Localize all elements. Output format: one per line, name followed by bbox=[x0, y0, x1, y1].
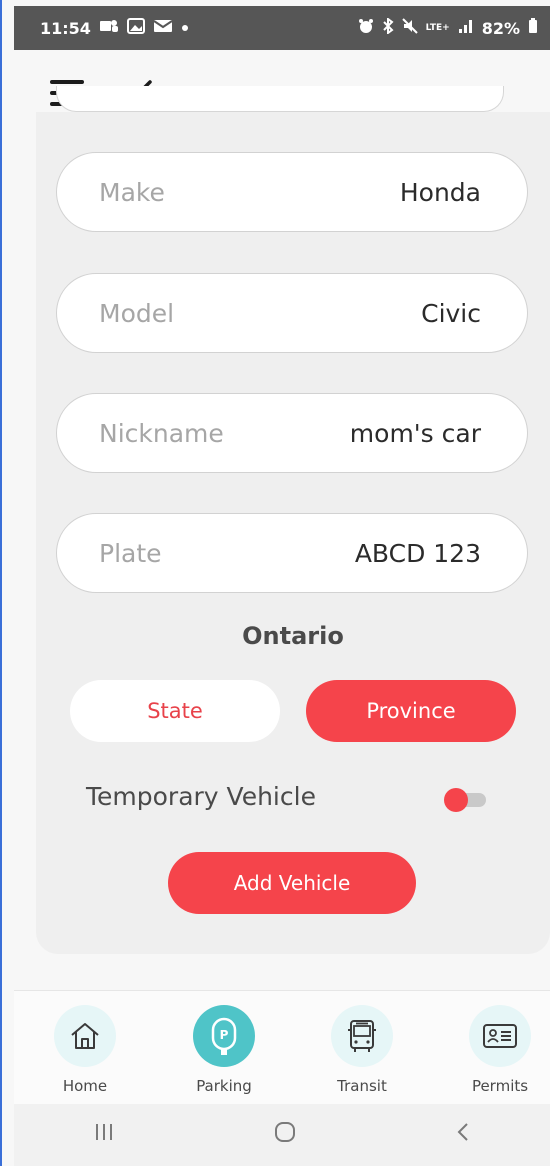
plate-label: Plate bbox=[99, 538, 162, 568]
province-option-button[interactable]: Province bbox=[306, 680, 516, 742]
mail-icon bbox=[153, 18, 173, 38]
model-field[interactable]: Model Civic bbox=[56, 273, 528, 353]
temporary-vehicle-toggle[interactable] bbox=[444, 788, 486, 812]
status-left: 11:54 bbox=[40, 18, 189, 38]
bluetooth-icon bbox=[382, 17, 394, 38]
photo-icon bbox=[126, 18, 145, 38]
teams-icon bbox=[99, 18, 119, 38]
home-system-icon[interactable] bbox=[273, 1120, 297, 1150]
nav-item-home[interactable]: Home bbox=[30, 1005, 140, 1095]
plate-value: ABCD 123 bbox=[354, 538, 481, 568]
toggle-knob bbox=[444, 788, 468, 812]
make-label: Make bbox=[99, 177, 165, 207]
nickname-field[interactable]: Nickname mom's car bbox=[56, 393, 528, 473]
nav-item-parking[interactable]: P Parking bbox=[169, 1005, 279, 1095]
parking-meter-icon: P bbox=[193, 1005, 255, 1067]
plate-field[interactable]: Plate ABCD 123 bbox=[56, 513, 528, 593]
id-card-icon bbox=[469, 1005, 531, 1067]
add-vehicle-button[interactable]: Add Vehicle bbox=[168, 852, 416, 914]
bottom-nav: Home P Parking Transit Permits bbox=[14, 990, 550, 1104]
home-icon bbox=[54, 1005, 116, 1067]
battery-percent: 82% bbox=[481, 18, 520, 38]
nav-label-transit: Transit bbox=[337, 1077, 387, 1095]
nickname-label: Nickname bbox=[99, 418, 224, 448]
system-nav-bar bbox=[14, 1104, 550, 1166]
nav-label-parking: Parking bbox=[196, 1077, 252, 1095]
recent-apps-icon[interactable] bbox=[93, 1122, 115, 1148]
model-value: Civic bbox=[421, 298, 481, 328]
temporary-vehicle-label: Temporary Vehicle bbox=[86, 782, 316, 811]
nav-item-permits[interactable]: Permits bbox=[445, 1005, 550, 1095]
make-value: Honda bbox=[399, 177, 481, 207]
signal-icon bbox=[458, 18, 474, 38]
status-right: LTE+ 82% bbox=[358, 17, 538, 38]
alarm-icon bbox=[358, 18, 374, 38]
status-time: 11:54 bbox=[40, 18, 91, 38]
previous-field-edge bbox=[56, 86, 504, 112]
nav-label-permits: Permits bbox=[471, 1077, 529, 1095]
svg-text:P: P bbox=[220, 1028, 229, 1042]
model-label: Model bbox=[99, 298, 175, 328]
nav-item-transit[interactable]: Transit bbox=[307, 1005, 417, 1095]
battery-icon bbox=[528, 18, 538, 38]
network-type: LTE+ bbox=[425, 23, 450, 33]
bus-icon bbox=[331, 1005, 393, 1067]
state-option-button[interactable]: State bbox=[70, 680, 280, 742]
nickname-value: mom's car bbox=[349, 418, 481, 448]
region-selector[interactable]: Ontario bbox=[36, 622, 550, 650]
back-system-icon[interactable] bbox=[455, 1121, 471, 1149]
make-field[interactable]: Make Honda bbox=[56, 152, 528, 232]
status-bar: 11:54 LTE+ 82% bbox=[14, 6, 550, 50]
nav-label-home: Home bbox=[62, 1077, 108, 1095]
dot-icon bbox=[181, 20, 189, 36]
mute-icon bbox=[401, 18, 418, 38]
